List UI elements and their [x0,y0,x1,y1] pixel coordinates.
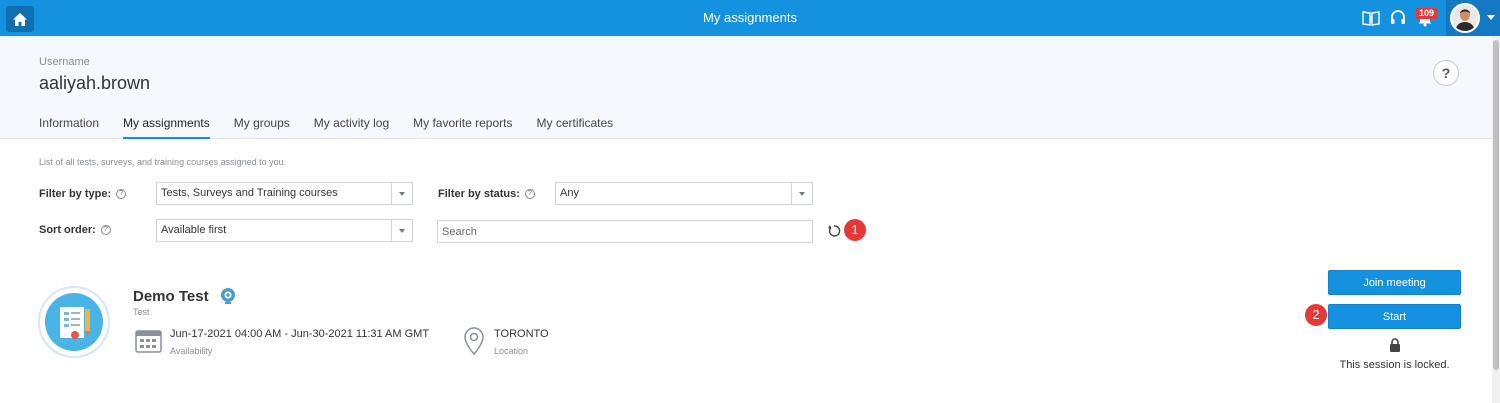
start-button[interactable]: Start [1328,304,1461,329]
avatar [1450,3,1480,33]
sort-order-select[interactable]: Available first [156,219,413,242]
assignment-type: Test [133,307,150,317]
headset-icon [1391,10,1405,24]
calendar-icon [135,329,162,353]
chevron-down-icon [399,192,405,196]
refresh-icon [828,225,841,237]
dropdown-toggle[interactable] [391,220,412,241]
user-avatar-icon [1452,5,1478,31]
help-button[interactable]: ? [1433,60,1459,86]
help-book-icon: ? [1362,11,1380,26]
filter-status-label: Filter by status: ? [438,188,535,200]
assignments-description: List of all tests, surveys, and training… [39,157,287,167]
filter-type-label-text: Filter by type: [39,188,112,200]
dropdown-toggle[interactable] [391,183,412,204]
location-label: Location [494,346,529,356]
username-label: Username [39,56,90,68]
search-input[interactable] [437,220,813,243]
filter-type-select[interactable]: Tests, Surveys and Training courses [156,182,413,205]
tab-my-groups[interactable]: My groups [234,116,290,139]
filter-status-value: Any [560,187,579,199]
chevron-down-icon [799,192,805,196]
sort-order-label-text: Sort order: [39,224,96,236]
join-meeting-button[interactable]: Join meeting [1328,270,1461,295]
session-locked-message: This session is locked. [1339,359,1450,371]
reset-filters-button[interactable] [827,224,841,238]
support-button[interactable] [1387,7,1409,29]
sort-order-value: Available first [161,224,227,236]
page-scrollbar[interactable] [1492,36,1500,403]
filter-status-label-text: Filter by status: [438,188,520,200]
location-value: TORONTO [494,328,549,340]
page-title: My assignments [703,10,797,25]
availability-label: Availability [170,346,213,356]
help-circle-icon[interactable]: ? [524,189,535,199]
assignment-icon [38,286,110,358]
tab-my-certificates[interactable]: My certificates [537,116,614,139]
tab-bar: Information My assignments My groups My … [39,116,637,139]
chevron-down-icon [1487,15,1495,20]
top-navigation-bar: My assignments ? 109 [0,0,1500,36]
chevron-down-icon [399,229,405,233]
user-menu[interactable] [1446,0,1500,36]
lock-icon [1389,338,1401,352]
webcam-icon [219,287,237,305]
tab-my-favorite-reports[interactable]: My favorite reports [413,116,512,139]
help-circle-icon[interactable]: ? [100,225,111,235]
tab-my-assignments[interactable]: My assignments [123,116,210,139]
scrollbar-thumb[interactable] [1493,40,1499,370]
test-document-icon [45,293,103,351]
username-value: aaliyah.brown [39,73,151,93]
dropdown-toggle[interactable] [791,183,812,204]
filter-status-select[interactable]: Any [555,182,813,205]
location-pin-icon [463,327,485,356]
availability-value: Jun-17-2021 04:00 AM - Jun-30-2021 11:31… [170,328,430,340]
help-circle-icon[interactable]: ? [116,189,127,199]
help-book-button[interactable]: ? [1360,7,1382,29]
tab-my-activity-log[interactable]: My activity log [314,116,389,139]
profile-header: Username aaliyah.brown ? Information My … [0,36,1492,139]
sort-order-label: Sort order: ? [39,224,111,236]
assignment-title[interactable]: Demo Test [133,288,209,305]
filter-type-label: Filter by type: ? [39,188,127,200]
svg-text:?: ? [1369,15,1373,23]
tab-information[interactable]: Information [39,116,99,139]
filter-type-value: Tests, Surveys and Training courses [161,187,338,199]
step-badge-2: 2 [1305,304,1327,326]
notification-count-badge: 109 [1416,8,1438,19]
step-badge-1: 1 [844,219,866,241]
